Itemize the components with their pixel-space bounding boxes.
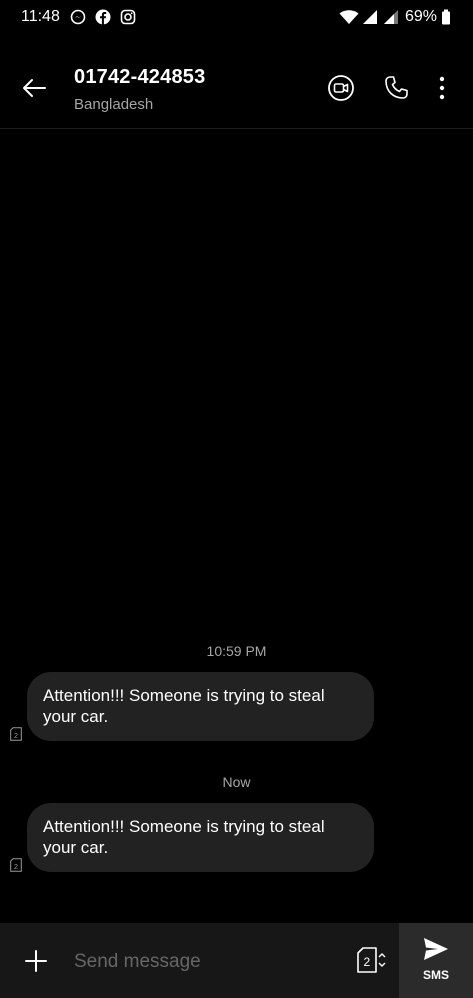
sim-selector-number: 2 (364, 955, 371, 969)
conversation-header: 01742-424853 Bangladesh (0, 40, 473, 129)
message-bubble[interactable]: Attention!!! Someone is trying to steal … (27, 672, 374, 741)
status-bar: 11:48 x 69% (0, 0, 473, 36)
send-button[interactable]: SMS (399, 923, 473, 998)
video-call-icon[interactable] (327, 74, 355, 102)
instagram-icon (120, 9, 136, 25)
message-timestamp: Now (222, 774, 251, 790)
wifi-icon: x (339, 10, 359, 24)
battery-percent: 69% (404, 8, 437, 25)
message-input[interactable] (72, 943, 346, 981)
svg-text:x: x (353, 11, 356, 17)
message-thread[interactable]: 10:59 PM Attention!!! Someone is trying … (0, 128, 473, 922)
status-time: 11:48 (21, 8, 60, 25)
sim-card-number: 2 (14, 864, 18, 871)
messenger-icon (70, 9, 86, 25)
message-timestamp: 10:59 PM (206, 643, 267, 659)
phone-icon[interactable] (382, 74, 410, 102)
back-arrow-icon[interactable] (18, 72, 50, 104)
signal-icon (384, 10, 398, 24)
contact-title: 01742-424853 (74, 66, 206, 88)
contact-subtitle: Bangladesh (74, 96, 154, 113)
send-icon (424, 938, 448, 960)
send-button-label: SMS (422, 968, 449, 982)
sim-card-icon: 2 (10, 858, 22, 872)
message-bubble[interactable]: Attention!!! Someone is trying to steal … (27, 803, 374, 872)
facebook-icon (95, 9, 111, 25)
add-attachment-icon[interactable] (22, 947, 50, 975)
sim-card-number: 2 (14, 733, 18, 740)
sim-selector-icon[interactable]: 2 (357, 947, 387, 975)
sim-card-icon: 2 (10, 727, 22, 741)
battery-icon (442, 9, 450, 25)
compose-bar: 2 SMS (0, 923, 473, 998)
more-vert-icon[interactable] (430, 74, 454, 102)
signal-icon (363, 10, 377, 24)
